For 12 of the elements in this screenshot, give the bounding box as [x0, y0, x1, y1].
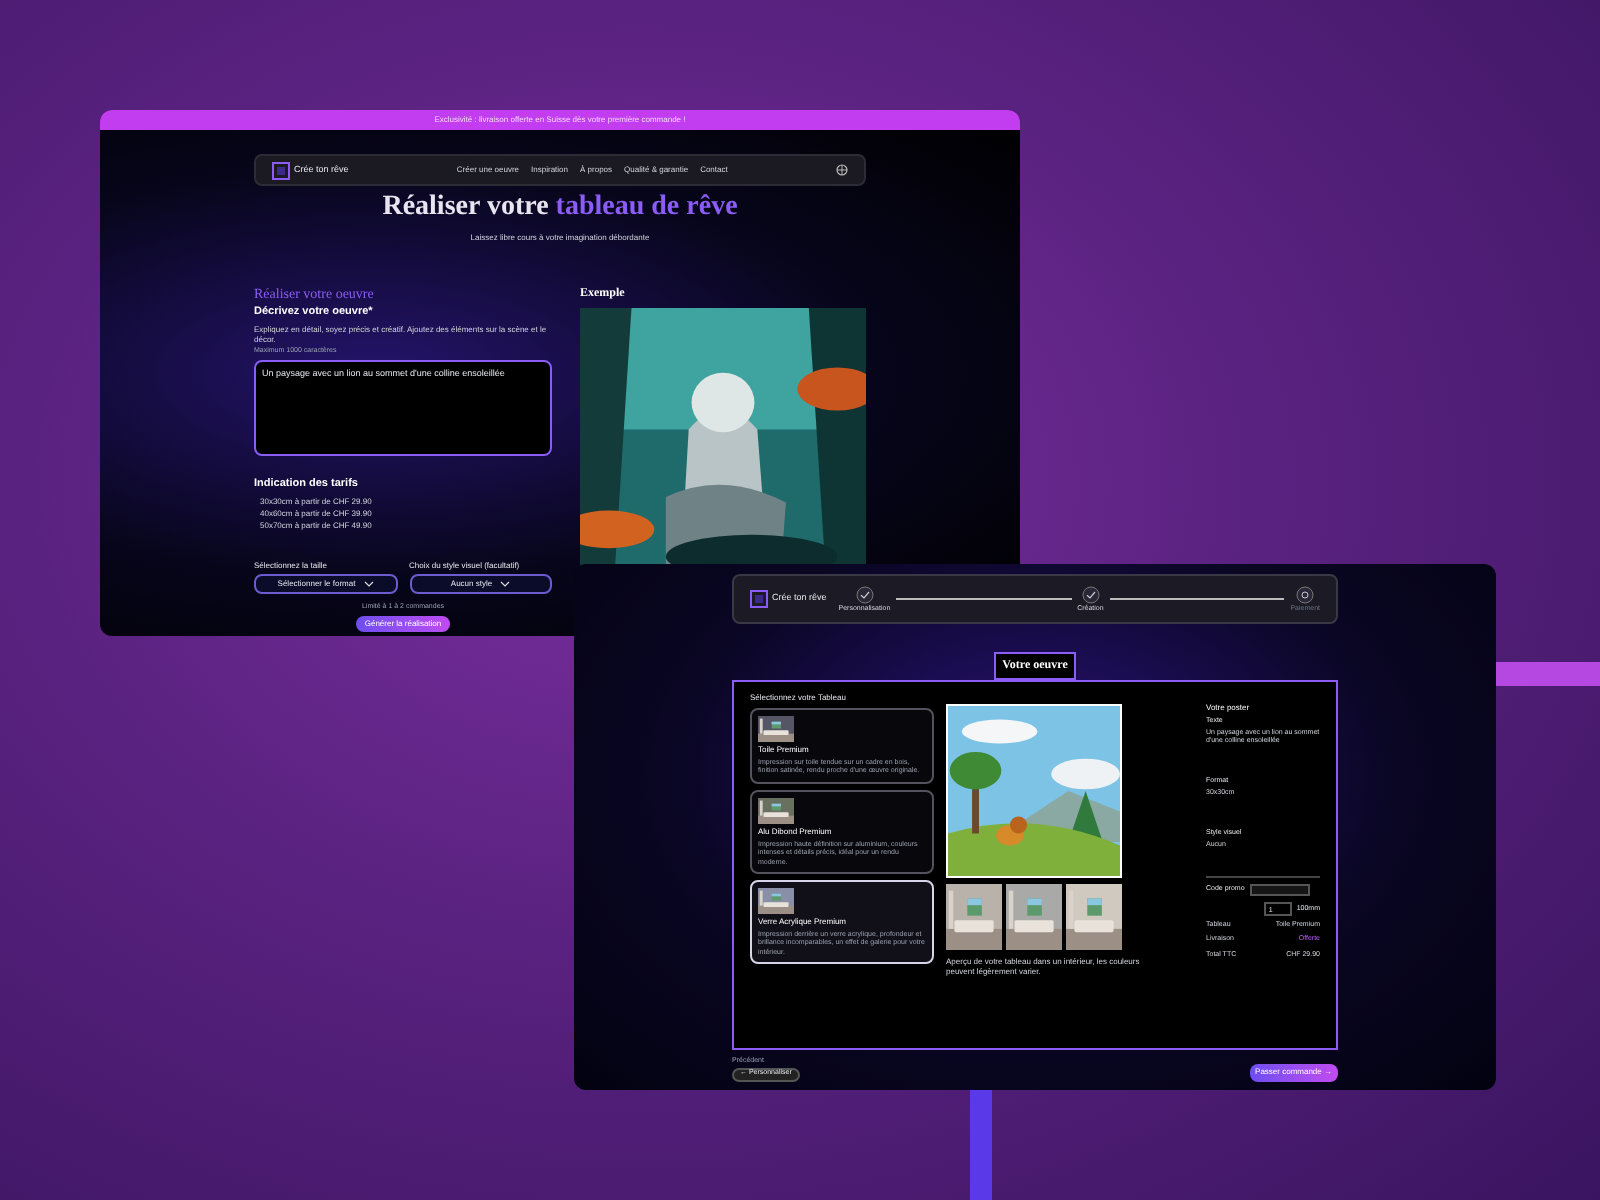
accent-bar	[970, 1090, 992, 1200]
chevron-icon	[500, 580, 511, 588]
chevron-icon	[363, 580, 374, 588]
accent-bar	[1496, 662, 1600, 686]
logo-icon	[750, 590, 768, 608]
circle-icon	[1296, 585, 1315, 604]
page-heading: Réaliser votre tableau de rêve	[382, 190, 738, 225]
logo-icon	[272, 161, 290, 179]
globe-icon[interactable]	[836, 164, 848, 176]
check-icon	[855, 585, 874, 604]
check-icon	[1081, 585, 1100, 604]
promo-code-field[interactable]	[1250, 884, 1311, 896]
